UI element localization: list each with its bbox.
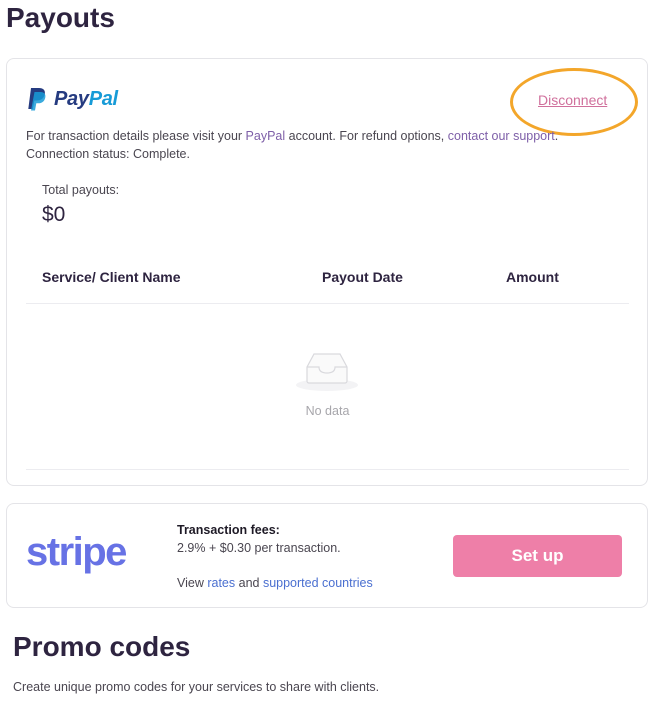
contact-support-link[interactable]: contact our support <box>448 129 555 143</box>
fees-value: 2.9% + $0.30 per transaction. <box>177 541 341 555</box>
paypal-logo: PayPal <box>26 87 118 111</box>
supported-countries-link[interactable]: supported countries <box>263 576 373 590</box>
paypal-account-link[interactable]: PayPal <box>246 129 286 143</box>
column-header-service[interactable]: Service/ Client Name <box>42 269 181 285</box>
view-prefix: View <box>177 576 208 590</box>
promo-codes-description: Create unique promo codes for your servi… <box>13 680 380 694</box>
stripe-card: stripe Transaction fees: 2.9% + $0.30 pe… <box>6 503 648 608</box>
paypal-icon <box>28 88 46 111</box>
empty-inbox-icon <box>296 353 358 391</box>
paypal-card: PayPal Disconnect For transaction detail… <box>6 58 648 486</box>
connection-status: Connection status: Complete. <box>26 147 190 161</box>
paypal-wordmark: PayPal <box>54 88 118 111</box>
disconnect-link[interactable]: Disconnect <box>538 92 607 108</box>
rates-link[interactable]: rates <box>207 576 235 590</box>
paypal-info: For transaction details please visit you… <box>26 127 558 163</box>
column-header-amount[interactable]: Amount <box>506 269 559 285</box>
info-suffix: . <box>554 129 559 143</box>
payouts-empty-state: No data <box>26 304 629 470</box>
fees-title: Transaction fees: <box>177 523 280 537</box>
stripe-logo: stripe <box>26 530 127 574</box>
fees-links: View rates and supported countries <box>177 576 373 590</box>
info-prefix: For transaction details please visit you… <box>26 129 246 143</box>
page-title: Payouts <box>6 2 115 33</box>
and-text: and <box>235 576 263 590</box>
paypal-wordmark-pay: Pay <box>54 87 89 110</box>
paypal-wordmark-pal: Pal <box>88 87 118 110</box>
promo-codes-title: Promo codes <box>13 631 191 662</box>
paypal-info-line: For transaction details please visit you… <box>26 127 558 145</box>
total-payouts-value: $0 <box>42 203 66 226</box>
total-payouts-label: Total payouts: <box>42 183 120 197</box>
column-header-payout-date[interactable]: Payout Date <box>322 269 403 285</box>
empty-text: No data <box>305 404 350 418</box>
info-middle: account. For refund options, <box>285 129 448 143</box>
setup-button[interactable]: Set up <box>453 535 622 577</box>
payouts-table-header: Service/ Client Name Payout Date Amount <box>26 255 629 304</box>
